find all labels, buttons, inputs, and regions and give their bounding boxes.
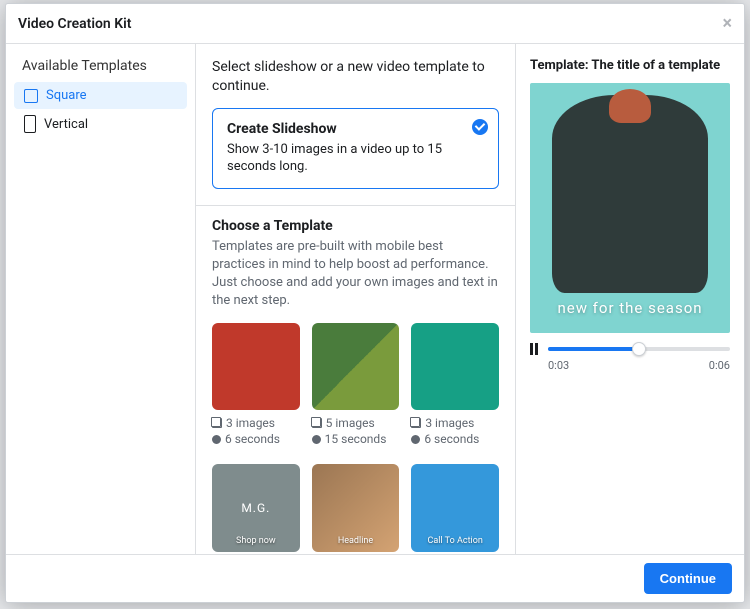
template-grid: 3 images 6 seconds 5 images 15 seconds 3 ima…: [212, 323, 499, 554]
modal-title: Video Creation Kit: [18, 16, 131, 32]
sidebar: Available Templates Square Vertical: [6, 44, 196, 554]
preview-image: new for the season: [530, 83, 730, 333]
middle-top: Select slideshow or a new video template…: [196, 44, 515, 206]
template-meta: 5 images 15 seconds: [312, 416, 400, 446]
clock-icon: [411, 435, 420, 444]
template-meta: 3 images 6 seconds: [212, 416, 300, 446]
pause-button[interactable]: [530, 343, 540, 355]
sidebar-item-label: Square: [46, 88, 87, 103]
thumb-center-label: M.G.: [241, 501, 270, 515]
template-images: 5 images: [312, 416, 400, 430]
slideshow-title: Create Slideshow: [227, 121, 458, 137]
sidebar-item-vertical[interactable]: Vertical: [14, 109, 187, 139]
middle-panel: Select slideshow or a new video template…: [196, 44, 516, 554]
template-thumb: Call To Action: [411, 464, 499, 552]
seek-fill: [548, 347, 639, 351]
template-card[interactable]: 3 images 6 seconds: [212, 323, 300, 447]
template-thumb: [411, 323, 499, 411]
choose-template-section: Choose a Template Templates are pre-buil…: [212, 218, 499, 554]
titlebar: Video Creation Kit ×: [6, 4, 744, 44]
close-icon[interactable]: ×: [722, 15, 732, 33]
template-images: 3 images: [212, 416, 300, 430]
template-seconds: 15 seconds: [312, 432, 400, 446]
template-thumb: Headline: [312, 464, 400, 552]
modal-body: Available Templates Square Vertical Sele…: [6, 44, 744, 554]
images-icon: [312, 418, 322, 428]
template-card[interactable]: 3 images 6 seconds: [411, 323, 499, 447]
thumb-caption: Shop now: [212, 536, 300, 546]
square-icon: [24, 89, 38, 103]
time-total: 0:06: [709, 359, 730, 372]
time-current: 0:03: [548, 359, 569, 372]
template-card[interactable]: Headline1 images9 seconds: [312, 464, 400, 554]
clock-icon: [312, 435, 321, 444]
template-card[interactable]: Call To Action1 images6 seconds: [411, 464, 499, 554]
check-icon: [472, 119, 488, 135]
thumb-caption: Headline: [312, 536, 400, 546]
create-slideshow-card[interactable]: Create Slideshow Show 3-10 images in a v…: [212, 108, 499, 189]
template-meta: 3 images 6 seconds: [411, 416, 499, 446]
vertical-icon: [24, 115, 36, 133]
intro-text: Select slideshow or a new video template…: [212, 58, 499, 96]
video-player: [530, 343, 730, 355]
sidebar-item-square[interactable]: Square: [14, 82, 187, 109]
slideshow-desc: Show 3-10 images in a video up to 15 sec…: [227, 141, 458, 176]
middle-scroll[interactable]: Choose a Template Templates are pre-buil…: [196, 206, 515, 554]
preview-overlay-text: new for the season: [557, 299, 702, 333]
video-creation-kit-modal: Video Creation Kit × Available Templates…: [5, 3, 745, 603]
seek-track[interactable]: [548, 347, 730, 351]
images-icon: [411, 418, 421, 428]
template-seconds: 6 seconds: [212, 432, 300, 446]
template-thumb: [212, 323, 300, 411]
footer: Continue: [6, 554, 744, 602]
preview-panel: Template: The title of a template new fo…: [516, 44, 744, 554]
seek-knob[interactable]: [632, 342, 646, 356]
template-seconds: 6 seconds: [411, 432, 499, 446]
continue-button[interactable]: Continue: [644, 563, 732, 594]
jacket-graphic: [552, 95, 708, 293]
choose-title: Choose a Template: [212, 218, 499, 234]
images-icon: [212, 418, 222, 428]
sidebar-item-label: Vertical: [44, 117, 88, 132]
template-images: 3 images: [411, 416, 499, 430]
preview-heading: Template: The title of a template: [530, 58, 730, 73]
template-card[interactable]: 5 images 15 seconds: [312, 323, 400, 447]
sidebar-heading: Available Templates: [14, 54, 187, 82]
template-thumb: [312, 323, 400, 411]
time-labels: 0:03 0:06: [530, 359, 730, 372]
thumb-caption: Call To Action: [411, 536, 499, 546]
template-thumb: M.G. Shop now: [212, 464, 300, 552]
choose-desc: Templates are pre-built with mobile best…: [212, 238, 499, 311]
clock-icon: [212, 435, 221, 444]
template-card[interactable]: M.G.Shop now5 images15 seconds: [212, 464, 300, 554]
